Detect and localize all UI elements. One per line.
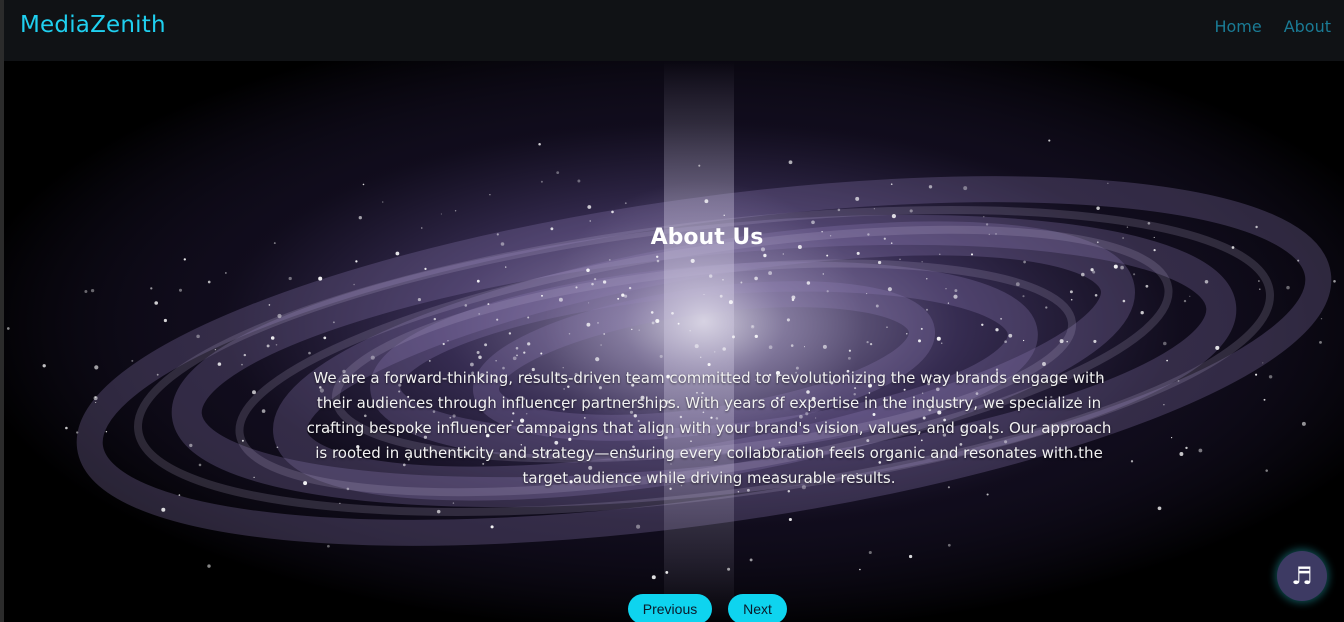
window-edge — [0, 0, 4, 622]
nav-links: Home About — [1214, 17, 1331, 36]
next-button[interactable]: Next — [728, 594, 787, 622]
nav-link-about[interactable]: About — [1284, 17, 1331, 36]
about-description: We are a forward-thinking, results-drive… — [306, 369, 1112, 487]
music-toggle-button[interactable]: ♬ — [1277, 551, 1327, 601]
page-title: About Us — [650, 225, 764, 250]
previous-button[interactable]: Previous — [628, 594, 712, 622]
about-section: About Us We are a forward-thinking, resu… — [4, 61, 1344, 622]
navbar: MediaZenith Home About — [0, 0, 1344, 61]
nav-link-home[interactable]: Home — [1214, 17, 1261, 36]
brand-logo[interactable]: MediaZenith — [20, 12, 166, 38]
page: MediaZenith Home About About Us We are a… — [0, 0, 1344, 622]
music-note-icon: ♬ — [1291, 562, 1313, 590]
